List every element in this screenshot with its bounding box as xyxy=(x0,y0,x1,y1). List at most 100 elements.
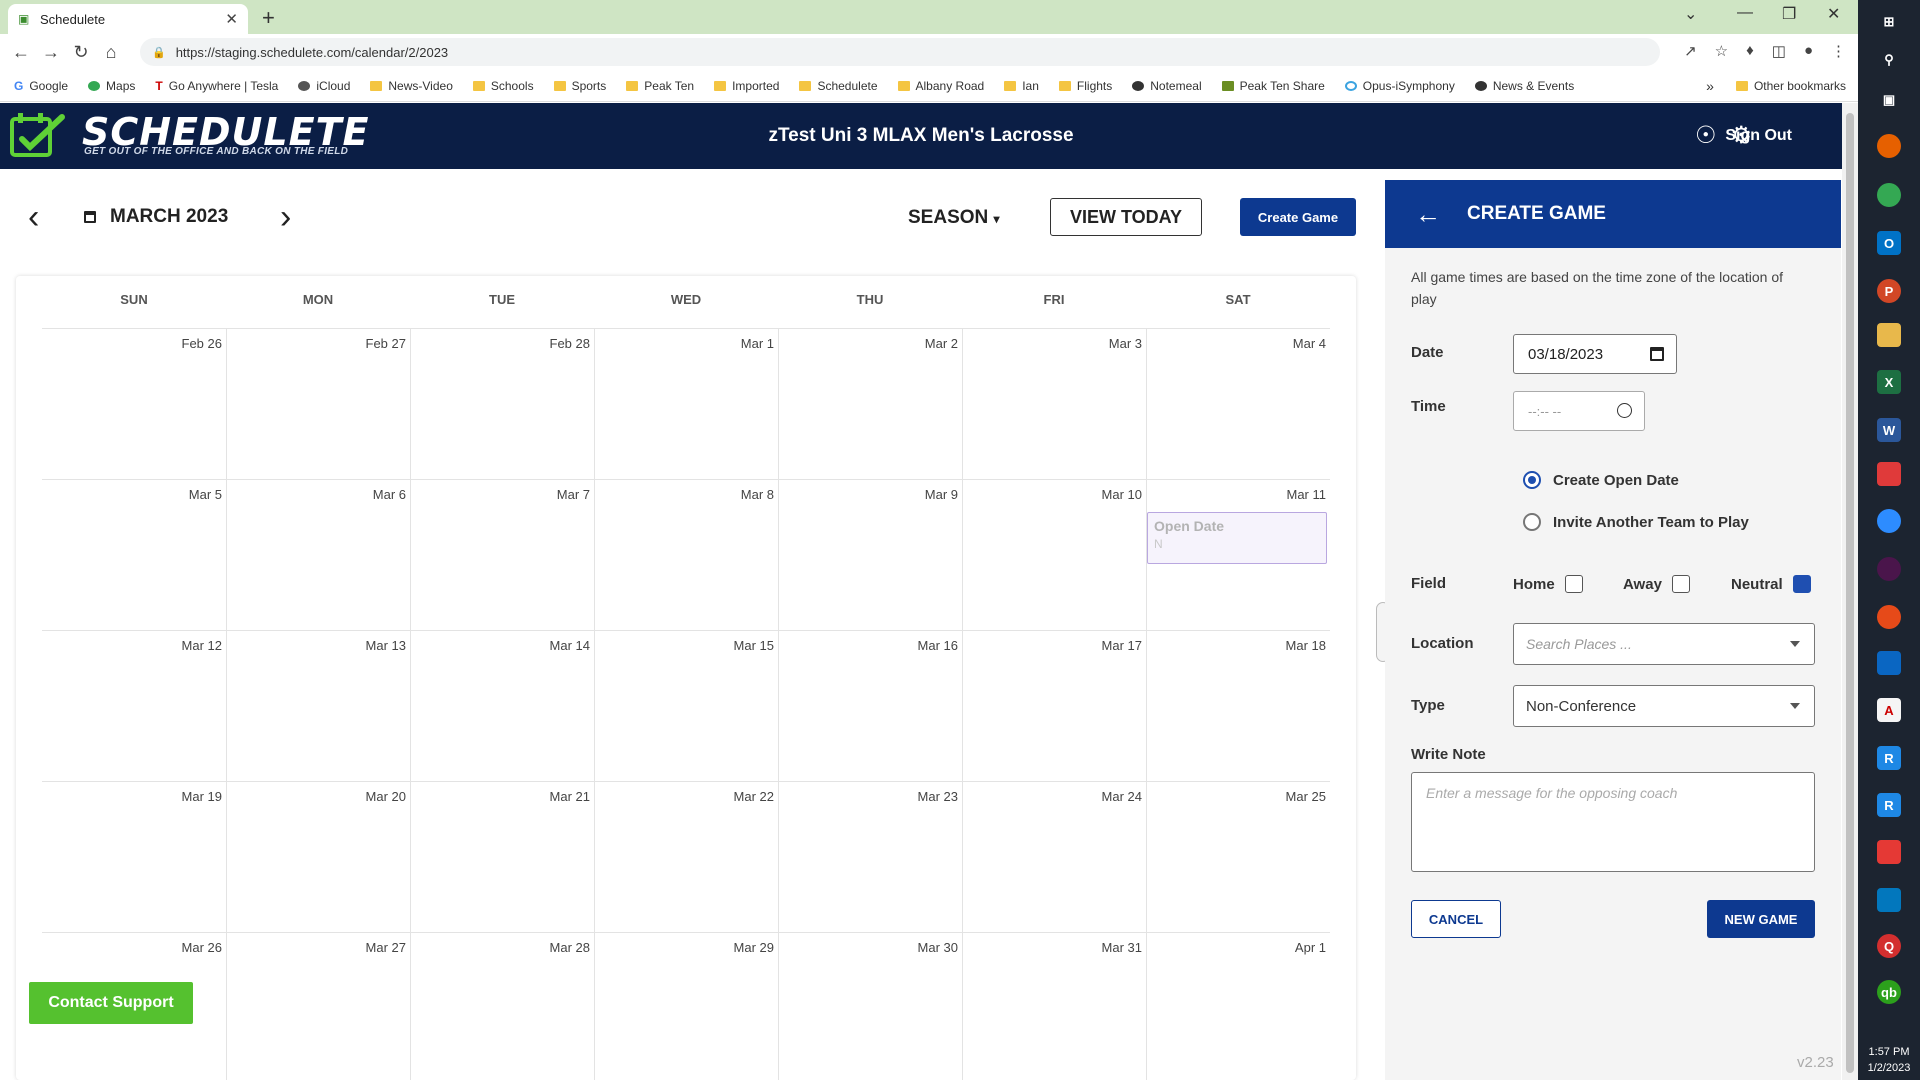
task-view-icon[interactable]: ▣ xyxy=(1877,88,1901,112)
bookmark-maps[interactable]: Maps xyxy=(88,79,135,93)
calendar-day-cell[interactable]: Mar 23 xyxy=(778,782,962,932)
calendar-day-cell[interactable]: Mar 21 xyxy=(410,782,594,932)
calendar-day-cell[interactable]: Mar 12 xyxy=(42,631,226,781)
reload-icon[interactable]: ↻ xyxy=(66,42,96,63)
invite-team-option[interactable]: Invite Another Team to Play xyxy=(1523,513,1749,531)
field-away-option[interactable]: Away xyxy=(1623,575,1690,593)
q-app-icon[interactable]: Q xyxy=(1877,934,1901,958)
calendar-day-cell[interactable]: Mar 16 xyxy=(778,631,962,781)
zoom-icon[interactable] xyxy=(1877,509,1901,533)
page-scrollbar[interactable] xyxy=(1842,103,1858,1080)
radio-unselected[interactable] xyxy=(1523,513,1541,531)
profile-icon[interactable]: ● xyxy=(1804,42,1813,60)
tab-search-icon[interactable]: ⌄ xyxy=(1684,4,1697,24)
scrollbar-thumb[interactable] xyxy=(1846,113,1854,1073)
calendar-day-cell[interactable]: Mar 25 xyxy=(1146,782,1330,932)
calendar-day-cell[interactable]: Mar 20 xyxy=(226,782,410,932)
star-icon[interactable]: ☆ xyxy=(1715,42,1728,60)
field-neutral-option[interactable]: Neutral xyxy=(1731,575,1811,593)
calendar-day-cell[interactable]: Mar 3 xyxy=(962,329,1146,479)
search-icon[interactable]: ⚲ xyxy=(1877,48,1901,72)
calendar-day-cell[interactable]: Mar 13 xyxy=(226,631,410,781)
calendar-day-cell[interactable]: Mar 8 xyxy=(594,480,778,630)
neutral-checkbox[interactable] xyxy=(1792,575,1811,593)
excel-icon[interactable]: X xyxy=(1877,370,1901,394)
calendar-day-cell[interactable]: Mar 29 xyxy=(594,933,778,1080)
sign-out-link[interactable]: Sign Out xyxy=(1725,127,1792,145)
bookmark-ian[interactable]: Ian xyxy=(1004,79,1039,93)
address-bar[interactable]: 🔒 https://staging.schedulete.com/calenda… xyxy=(140,38,1660,66)
bookmark-peak-ten[interactable]: Peak Ten xyxy=(626,79,694,93)
pdf-icon[interactable]: A xyxy=(1877,698,1901,722)
note-textarea[interactable]: Enter a message for the opposing coach xyxy=(1411,772,1815,872)
calendar-day-cell[interactable]: Mar 2 xyxy=(778,329,962,479)
open-date-event[interactable]: Open Date N xyxy=(1147,512,1327,564)
chrome-icon[interactable] xyxy=(1877,183,1901,207)
close-tab-icon[interactable]: ✕ xyxy=(225,10,238,28)
home-checkbox[interactable] xyxy=(1564,575,1583,593)
powerpoint-icon[interactable]: P xyxy=(1877,279,1901,303)
bookmark-news-video[interactable]: News-Video xyxy=(370,79,453,93)
date-picker-icon[interactable] xyxy=(1650,347,1664,361)
r-app-icon[interactable]: R xyxy=(1877,746,1901,770)
new-tab-icon[interactable]: + xyxy=(262,5,275,31)
r-app-icon[interactable]: R xyxy=(1877,793,1901,817)
bookmark-albany-road[interactable]: Albany Road xyxy=(897,79,984,93)
app-icon[interactable] xyxy=(1877,840,1901,864)
minimize-icon[interactable]: — xyxy=(1737,4,1753,22)
season-dropdown[interactable]: SEASON ▾ xyxy=(908,207,1000,229)
back-arrow-icon[interactable]: ← xyxy=(1415,199,1441,230)
bookmark-opus[interactable]: Opus-iSymphony xyxy=(1344,79,1455,93)
browser-tab[interactable]: ▣ Schedulete ✕ xyxy=(8,4,248,34)
create-game-button[interactable]: Create Game xyxy=(1240,198,1356,236)
calendar-day-cell[interactable]: Mar 30 xyxy=(778,933,962,1080)
bookmark-notemeal[interactable]: Notemeal xyxy=(1132,79,1202,93)
home-icon[interactable]: ⌂ xyxy=(96,42,126,63)
app-icon[interactable] xyxy=(1877,888,1901,912)
forward-icon[interactable]: → xyxy=(36,42,66,63)
bookmark-news-events[interactable]: News & Events xyxy=(1474,79,1574,93)
close-window-icon[interactable]: ✕ xyxy=(1827,4,1840,24)
firefox-icon[interactable] xyxy=(1877,134,1901,158)
calendar-day-cell[interactable]: Mar 19 xyxy=(42,782,226,932)
app-icon[interactable] xyxy=(1877,605,1901,629)
quickbooks-icon[interactable]: qb xyxy=(1877,980,1901,1004)
file-explorer-icon[interactable] xyxy=(1877,323,1901,347)
back-icon[interactable]: ← xyxy=(6,42,36,63)
calendar-day-cell[interactable]: Mar 24 xyxy=(962,782,1146,932)
calendar-day-cell[interactable]: Feb 26 xyxy=(42,329,226,479)
month-picker[interactable]: MARCH 2023 xyxy=(84,206,228,228)
other-bookmarks[interactable]: Other bookmarks xyxy=(1735,79,1846,93)
new-game-button[interactable]: NEW GAME xyxy=(1707,900,1815,938)
bookmark-icloud[interactable]: iCloud xyxy=(298,79,350,93)
menu-icon[interactable]: ⋮ xyxy=(1831,42,1846,60)
calendar-day-cell[interactable]: Mar 7 xyxy=(410,480,594,630)
field-home-option[interactable]: Home xyxy=(1513,575,1583,593)
calendar-day-cell[interactable]: Mar 17 xyxy=(962,631,1146,781)
calendar-day-cell[interactable]: Mar 6 xyxy=(226,480,410,630)
previous-month-icon[interactable]: ‹ xyxy=(28,198,39,237)
create-open-date-option[interactable]: Create Open Date xyxy=(1523,471,1679,489)
extensions-icon[interactable]: ♦ xyxy=(1746,42,1754,60)
away-checkbox[interactable] xyxy=(1671,575,1690,593)
calendar-day-cell[interactable]: Apr 1 xyxy=(1146,933,1330,1080)
calendar-day-cell[interactable]: Mar 4 xyxy=(1146,329,1330,479)
app-icon[interactable] xyxy=(1877,651,1901,675)
contact-support-button[interactable]: Contact Support xyxy=(29,982,193,1024)
bookmark-flights[interactable]: Flights xyxy=(1058,79,1112,93)
calendar-day-cell[interactable]: Mar 15 xyxy=(594,631,778,781)
bookmark-tesla[interactable]: T Go Anywhere | Tesla xyxy=(155,79,278,93)
radio-selected[interactable] xyxy=(1523,471,1541,489)
calendar-day-cell[interactable]: Feb 28 xyxy=(410,329,594,479)
side-panel-icon[interactable]: ◫ xyxy=(1772,42,1786,60)
calendar-day-cell[interactable]: Mar 1 xyxy=(594,329,778,479)
bookmark-schools[interactable]: Schools xyxy=(472,79,534,93)
word-icon[interactable]: W xyxy=(1877,418,1901,442)
calendar-day-cell[interactable]: Mar 11 Open Date N xyxy=(1146,480,1330,630)
bookmark-schedulete[interactable]: Schedulete xyxy=(799,79,878,93)
clock-date[interactable]: 1/2/2023 xyxy=(1858,1062,1920,1074)
calendar-day-cell[interactable]: Mar 5 xyxy=(42,480,226,630)
app-icon[interactable] xyxy=(1877,462,1901,486)
calendar-day-cell[interactable]: Mar 10 xyxy=(962,480,1146,630)
calendar-day-cell[interactable]: Mar 18 xyxy=(1146,631,1330,781)
